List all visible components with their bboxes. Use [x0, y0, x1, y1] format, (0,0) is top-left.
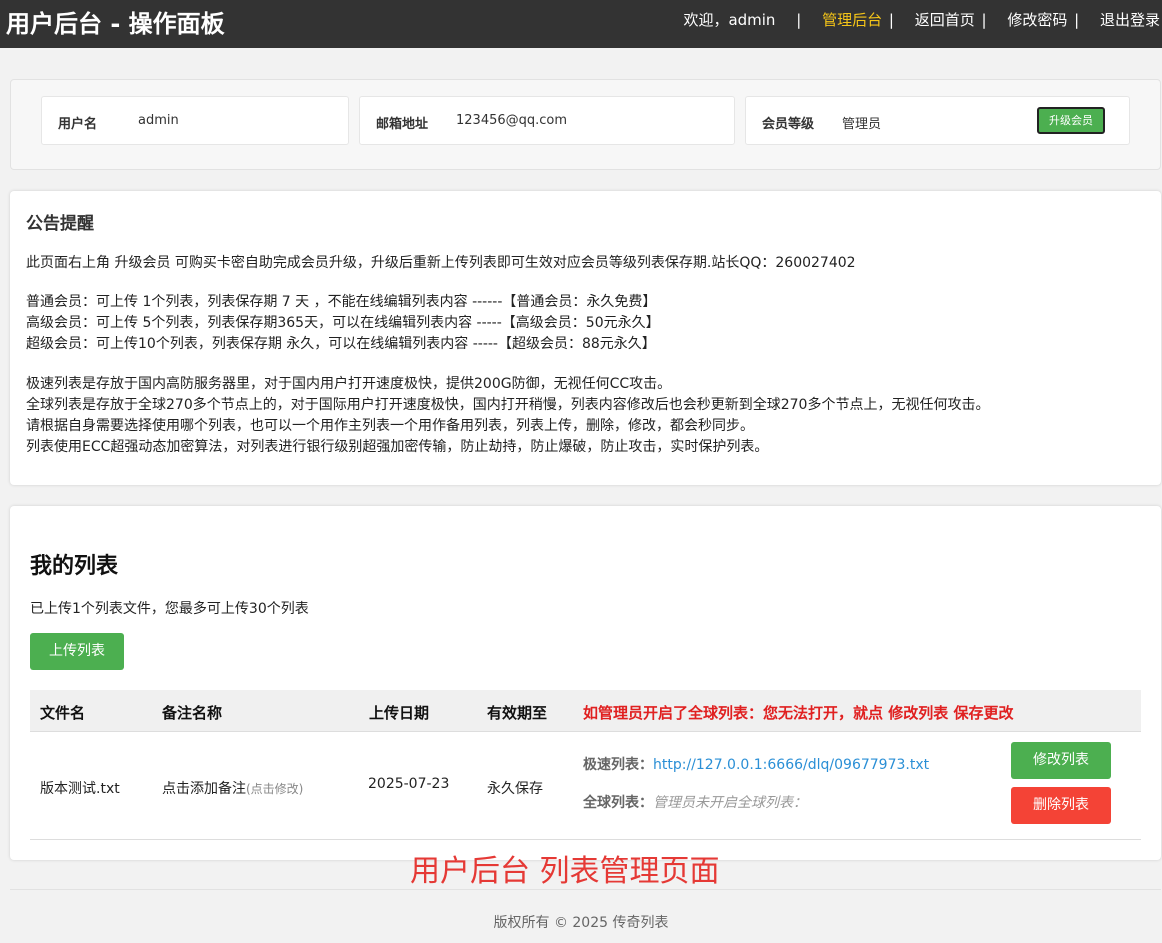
user-info-panel: 用户名 admin 邮箱地址 123456@qq.com 会员等级 管理员 升级…: [10, 79, 1161, 170]
notice-tier: 超级会员：可上传10个列表，列表保存期 永久，可以在线编辑列表内容 -----【…: [26, 336, 656, 352]
edit-list-button[interactable]: 修改列表: [1011, 742, 1111, 779]
nav-separator: |: [1074, 11, 1080, 29]
fast-list-url[interactable]: http://127.0.0.1:6666/dlq/09677973.txt: [653, 757, 929, 773]
member-level-label: 会员等级: [762, 117, 815, 132]
footer-divider: [10, 889, 1161, 890]
my-list-panel: 我的列表 已上传1个列表文件，您最多可上传30个列表 上传列表 文件名 备注名称…: [10, 506, 1161, 860]
notice-panel: 公告提醒 此页面右上角 升级会员 可购买卡密自助完成会员升级，升级后重新上传列表…: [10, 191, 1161, 485]
fast-list-label: 极速列表：: [583, 757, 653, 773]
page-caption: 用户后台 列表管理页面: [410, 854, 720, 889]
global-list-warning: 如管理员开启了全球列表：您无法打开，就点 修改列表 保存更改: [583, 704, 1014, 722]
delete-list-button[interactable]: 删除列表: [1011, 787, 1111, 824]
filename-cell: 版本测试.txt: [40, 781, 120, 797]
note-cell[interactable]: 点击添加备注(点击修改): [162, 778, 303, 798]
column-header-filename: 文件名: [40, 704, 86, 722]
fast-list-line: 极速列表：http://127.0.0.1:6666/dlq/09677973.…: [583, 754, 929, 774]
notice-intro: 此页面右上角 升级会员 可购买卡密自助完成会员升级，升级后重新上传列表即可生效对…: [26, 255, 856, 271]
page-title: 用户后台 - 操作面板: [6, 10, 225, 38]
nav-separator: |: [981, 11, 987, 29]
nav-link-change-password[interactable]: 修改密码: [1007, 9, 1067, 30]
notice-detail: 请根据自身需要选择使用哪个列表，也可以一个用作主列表一个用作备用列表，列表上传，…: [26, 418, 754, 434]
username-box: 用户名 admin: [41, 96, 349, 145]
top-navbar: 用户后台 - 操作面板 欢迎，admin | 管理后台 | 返回首页 | 修改密…: [0, 0, 1162, 48]
member-level-value: 管理员: [842, 117, 882, 132]
upload-date-cell: 2025-07-23: [368, 776, 450, 792]
upload-list-button[interactable]: 上传列表: [30, 633, 124, 670]
table-header: 文件名 备注名称 上传日期 有效期至 如管理员开启了全球列表：您无法打开，就点 …: [30, 690, 1141, 732]
email-value: 123456@qq.com: [456, 113, 568, 128]
column-header-expiry: 有效期至: [487, 704, 548, 722]
email-label: 邮箱地址: [376, 117, 429, 132]
column-header-note: 备注名称: [162, 704, 223, 722]
notice-title: 公告提醒: [26, 214, 94, 234]
username-value: admin: [138, 113, 179, 128]
welcome-text: 欢迎，admin: [683, 11, 776, 29]
global-list-line: 全球列表：管理员未开启全球列表：: [583, 792, 807, 812]
nav-link-admin[interactable]: 管理后台: [822, 9, 882, 30]
email-box: 邮箱地址 123456@qq.com: [359, 96, 735, 145]
notice-tier: 普通会员：可上传 1个列表，列表保存期 7 天 ，不能在线编辑列表内容 ----…: [26, 294, 657, 310]
notice-detail: 全球列表是存放于全球270多个节点上的，对于国际用户打开速度极快，国内打开稍慢，…: [26, 397, 990, 413]
member-level-box: 会员等级 管理员 升级会员: [745, 96, 1130, 145]
global-list-label: 全球列表：: [583, 795, 653, 811]
column-header-date: 上传日期: [369, 704, 430, 722]
upgrade-member-button[interactable]: 升级会员: [1037, 107, 1105, 134]
nav-separator: |: [888, 11, 894, 29]
table-row: 版本测试.txt 点击添加备注(点击修改) 2025-07-23 永久保存 极速…: [30, 732, 1141, 840]
nav-link-home[interactable]: 返回首页: [915, 9, 975, 30]
notice-detail: 极速列表是存放于国内高防服务器里，对于国内用户打开速度极快，提供200G防御，无…: [26, 376, 672, 392]
footer-copyright: 版权所有 © 2025 传奇列表: [493, 915, 669, 931]
list-count-text: 已上传1个列表文件，您最多可上传30个列表: [30, 601, 309, 617]
top-nav: 欢迎，admin | 管理后台 | 返回首页 | 修改密码 | 退出登录: [683, 9, 1160, 30]
expiry-cell: 永久保存: [487, 781, 543, 797]
notice-detail: 列表使用ECC超强动态加密算法，对列表进行银行级别超强加密传输，防止劫持，防止爆…: [26, 439, 769, 455]
global-list-status: 管理员未开启全球列表：: [653, 795, 807, 811]
note-text[interactable]: 点击添加备注: [162, 781, 246, 797]
my-list-title: 我的列表: [30, 554, 119, 579]
note-edit-hint[interactable]: (点击修改): [246, 782, 303, 796]
nav-link-logout[interactable]: 退出登录: [1100, 9, 1160, 30]
nav-separator: |: [796, 11, 802, 29]
notice-tier: 高级会员：可上传 5个列表，列表保存期365天，可以在线编辑列表内容 -----…: [26, 315, 660, 331]
username-label: 用户名: [58, 117, 98, 132]
